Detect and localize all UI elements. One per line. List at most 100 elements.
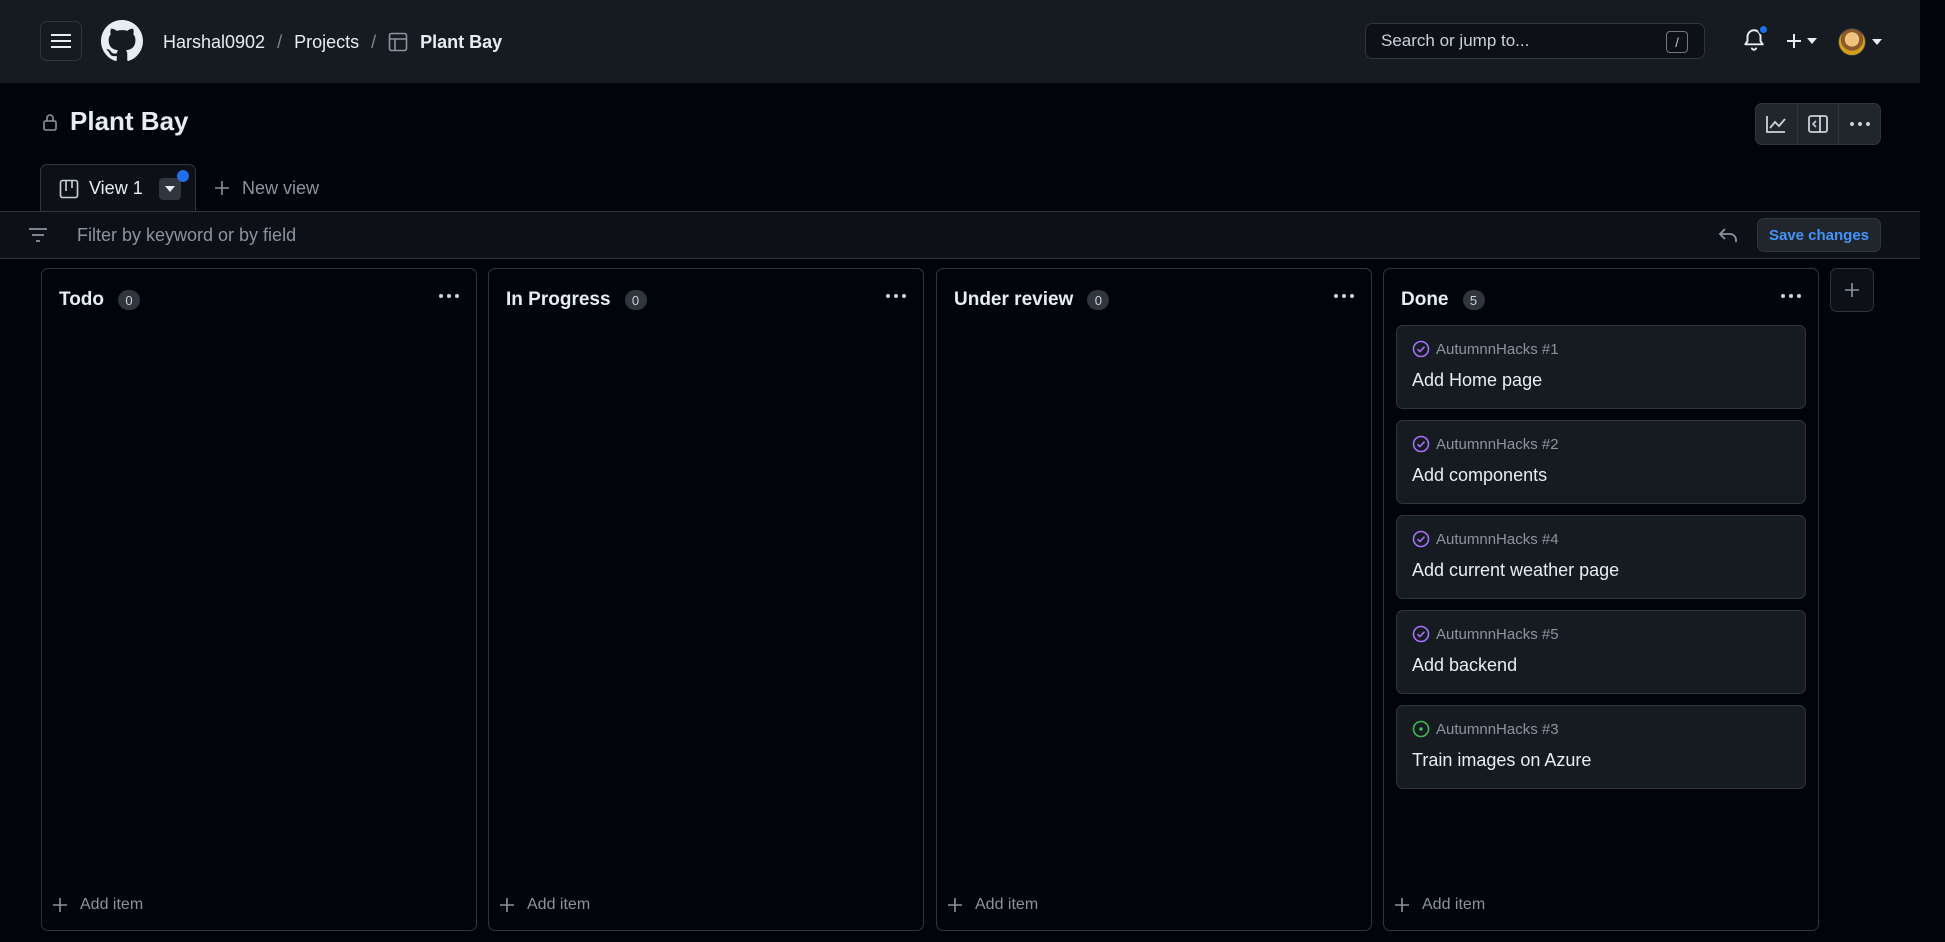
breadcrumb-projects[interactable]: Projects [294, 32, 359, 53]
issue-closed-icon [1412, 435, 1430, 453]
avatar [1838, 28, 1866, 56]
issue-card[interactable]: AutumnnHacks #5 Add backend [1396, 610, 1806, 694]
issue-card[interactable]: AutumnnHacks #4 Add current weather page [1396, 515, 1806, 599]
plus-icon [500, 898, 514, 912]
column-count-badge: 0 [1087, 290, 1110, 310]
filter-icon [29, 228, 47, 242]
notification-indicator [1758, 24, 1769, 35]
insights-button[interactable] [1756, 104, 1798, 144]
kebab-horizontal-icon[interactable] [1780, 293, 1802, 299]
breadcrumb-separator: / [277, 31, 283, 52]
graph-icon [1766, 116, 1787, 133]
new-view-button[interactable]: New view [214, 164, 319, 212]
card-title[interactable]: Add current weather page [1412, 560, 1805, 581]
table-icon [388, 32, 408, 52]
user-menu[interactable] [1838, 27, 1882, 57]
breadcrumb-current-project[interactable]: Plant Bay [420, 32, 502, 53]
add-column-button[interactable] [1830, 268, 1874, 312]
card-title[interactable]: Train images on Azure [1412, 750, 1805, 771]
column-count-badge: 5 [1462, 290, 1485, 310]
card-reference: AutumnnHacks #4 [1412, 530, 1805, 548]
card-ref-text[interactable]: AutumnnHacks #3 [1436, 721, 1559, 738]
plus-icon [53, 898, 67, 912]
scrollbar[interactable] [1920, 0, 1945, 267]
global-header: Harshal0902 / Projects / Plant Bay Searc… [0, 0, 1920, 83]
column-title: Done [1401, 289, 1449, 310]
side-panel-button[interactable] [1798, 104, 1840, 144]
plus-icon [948, 898, 962, 912]
add-item-label: Add item [527, 896, 591, 913]
lock-icon [43, 113, 57, 131]
board-icon [59, 179, 79, 198]
issue-card[interactable]: AutumnnHacks #1 Add Home page [1396, 325, 1806, 409]
project-actions [1755, 103, 1881, 145]
search-shortcut-key: / [1666, 31, 1688, 53]
create-new-menu[interactable] [1785, 27, 1825, 55]
view-options-dropdown[interactable] [158, 169, 189, 200]
undo-icon[interactable] [1717, 225, 1739, 245]
tab-label: View 1 [89, 178, 143, 198]
chevron-down-icon [1807, 38, 1817, 44]
card-reference: AutumnnHacks #2 [1412, 435, 1805, 453]
more-options-button[interactable] [1839, 104, 1880, 144]
view-tabs: View 1 New view [40, 164, 319, 212]
card-reference: AutumnnHacks #5 [1412, 625, 1805, 643]
breadcrumb-separator: / [371, 31, 377, 52]
add-item-button[interactable]: Add item [52, 896, 143, 914]
breadcrumb: Harshal0902 / Projects / Plant Bay [163, 28, 502, 56]
issue-card[interactable]: AutumnnHacks #2 Add components [1396, 420, 1806, 504]
column-header: Todo 0 [59, 289, 141, 311]
notifications-button[interactable] [1741, 24, 1769, 55]
issue-open-icon [1412, 720, 1430, 738]
card-ref-text[interactable]: AutumnnHacks #2 [1436, 436, 1559, 453]
column-count-badge: 0 [624, 290, 647, 310]
add-item-label: Add item [80, 896, 144, 913]
board-column-done: Done 5 AutumnnHacks #1 Add Home page Aut… [1383, 268, 1819, 931]
plus-icon [1845, 283, 1859, 297]
card-ref-text[interactable]: AutumnnHacks #1 [1436, 341, 1559, 358]
search-input[interactable]: Search or jump to... / [1365, 23, 1705, 59]
add-item-button[interactable]: Add item [947, 896, 1038, 914]
issue-closed-icon [1412, 530, 1430, 548]
plus-icon [1787, 34, 1801, 48]
menu-button[interactable] [40, 21, 82, 61]
github-logo-icon[interactable] [101, 20, 143, 62]
column-title: In Progress [506, 289, 611, 310]
project-header: Plant Bay [42, 106, 189, 137]
column-header: Done 5 [1401, 289, 1485, 311]
card-reference: AutumnnHacks #3 [1412, 720, 1805, 738]
save-changes-button[interactable]: Save changes [1757, 218, 1881, 252]
sidebar-expand-icon [1808, 115, 1828, 133]
kebab-horizontal-icon[interactable] [885, 293, 907, 299]
card-ref-text[interactable]: AutumnnHacks #5 [1436, 626, 1559, 643]
add-item-label: Add item [1422, 896, 1486, 913]
plus-icon [1395, 898, 1409, 912]
chevron-down-icon [1872, 39, 1882, 45]
new-view-label: New view [242, 177, 320, 198]
card-title[interactable]: Add backend [1412, 655, 1805, 676]
add-item-button[interactable]: Add item [1394, 896, 1485, 914]
add-item-button[interactable]: Add item [499, 896, 590, 914]
kebab-horizontal-icon[interactable] [1333, 293, 1355, 299]
add-item-label: Add item [975, 896, 1039, 913]
column-title: Under review [954, 289, 1074, 310]
breadcrumb-owner[interactable]: Harshal0902 [163, 32, 265, 53]
unsaved-indicator [176, 169, 189, 182]
card-reference: AutumnnHacks #1 [1412, 340, 1805, 358]
filter-input[interactable]: Filter by keyword or by field [77, 225, 296, 246]
page-title: Plant Bay [70, 106, 189, 136]
card-title[interactable]: Add components [1412, 465, 1805, 486]
board-column-todo: Todo 0 Add item [41, 268, 477, 931]
card-title[interactable]: Add Home page [1412, 370, 1805, 391]
column-header: Under review 0 [954, 289, 1110, 311]
plus-icon [215, 181, 229, 195]
card-ref-text[interactable]: AutumnnHacks #4 [1436, 531, 1559, 548]
kebab-horizontal-icon [1849, 122, 1870, 126]
hamburger-icon [51, 34, 71, 48]
column-header: In Progress 0 [506, 289, 647, 311]
chevron-down-icon [164, 185, 175, 192]
issue-card[interactable]: AutumnnHacks #3 Train images on Azure [1396, 705, 1806, 789]
board-column-in-progress: In Progress 0 Add item [488, 268, 924, 931]
kebab-horizontal-icon[interactable] [438, 293, 460, 299]
tab-view-1[interactable]: View 1 [40, 164, 196, 212]
